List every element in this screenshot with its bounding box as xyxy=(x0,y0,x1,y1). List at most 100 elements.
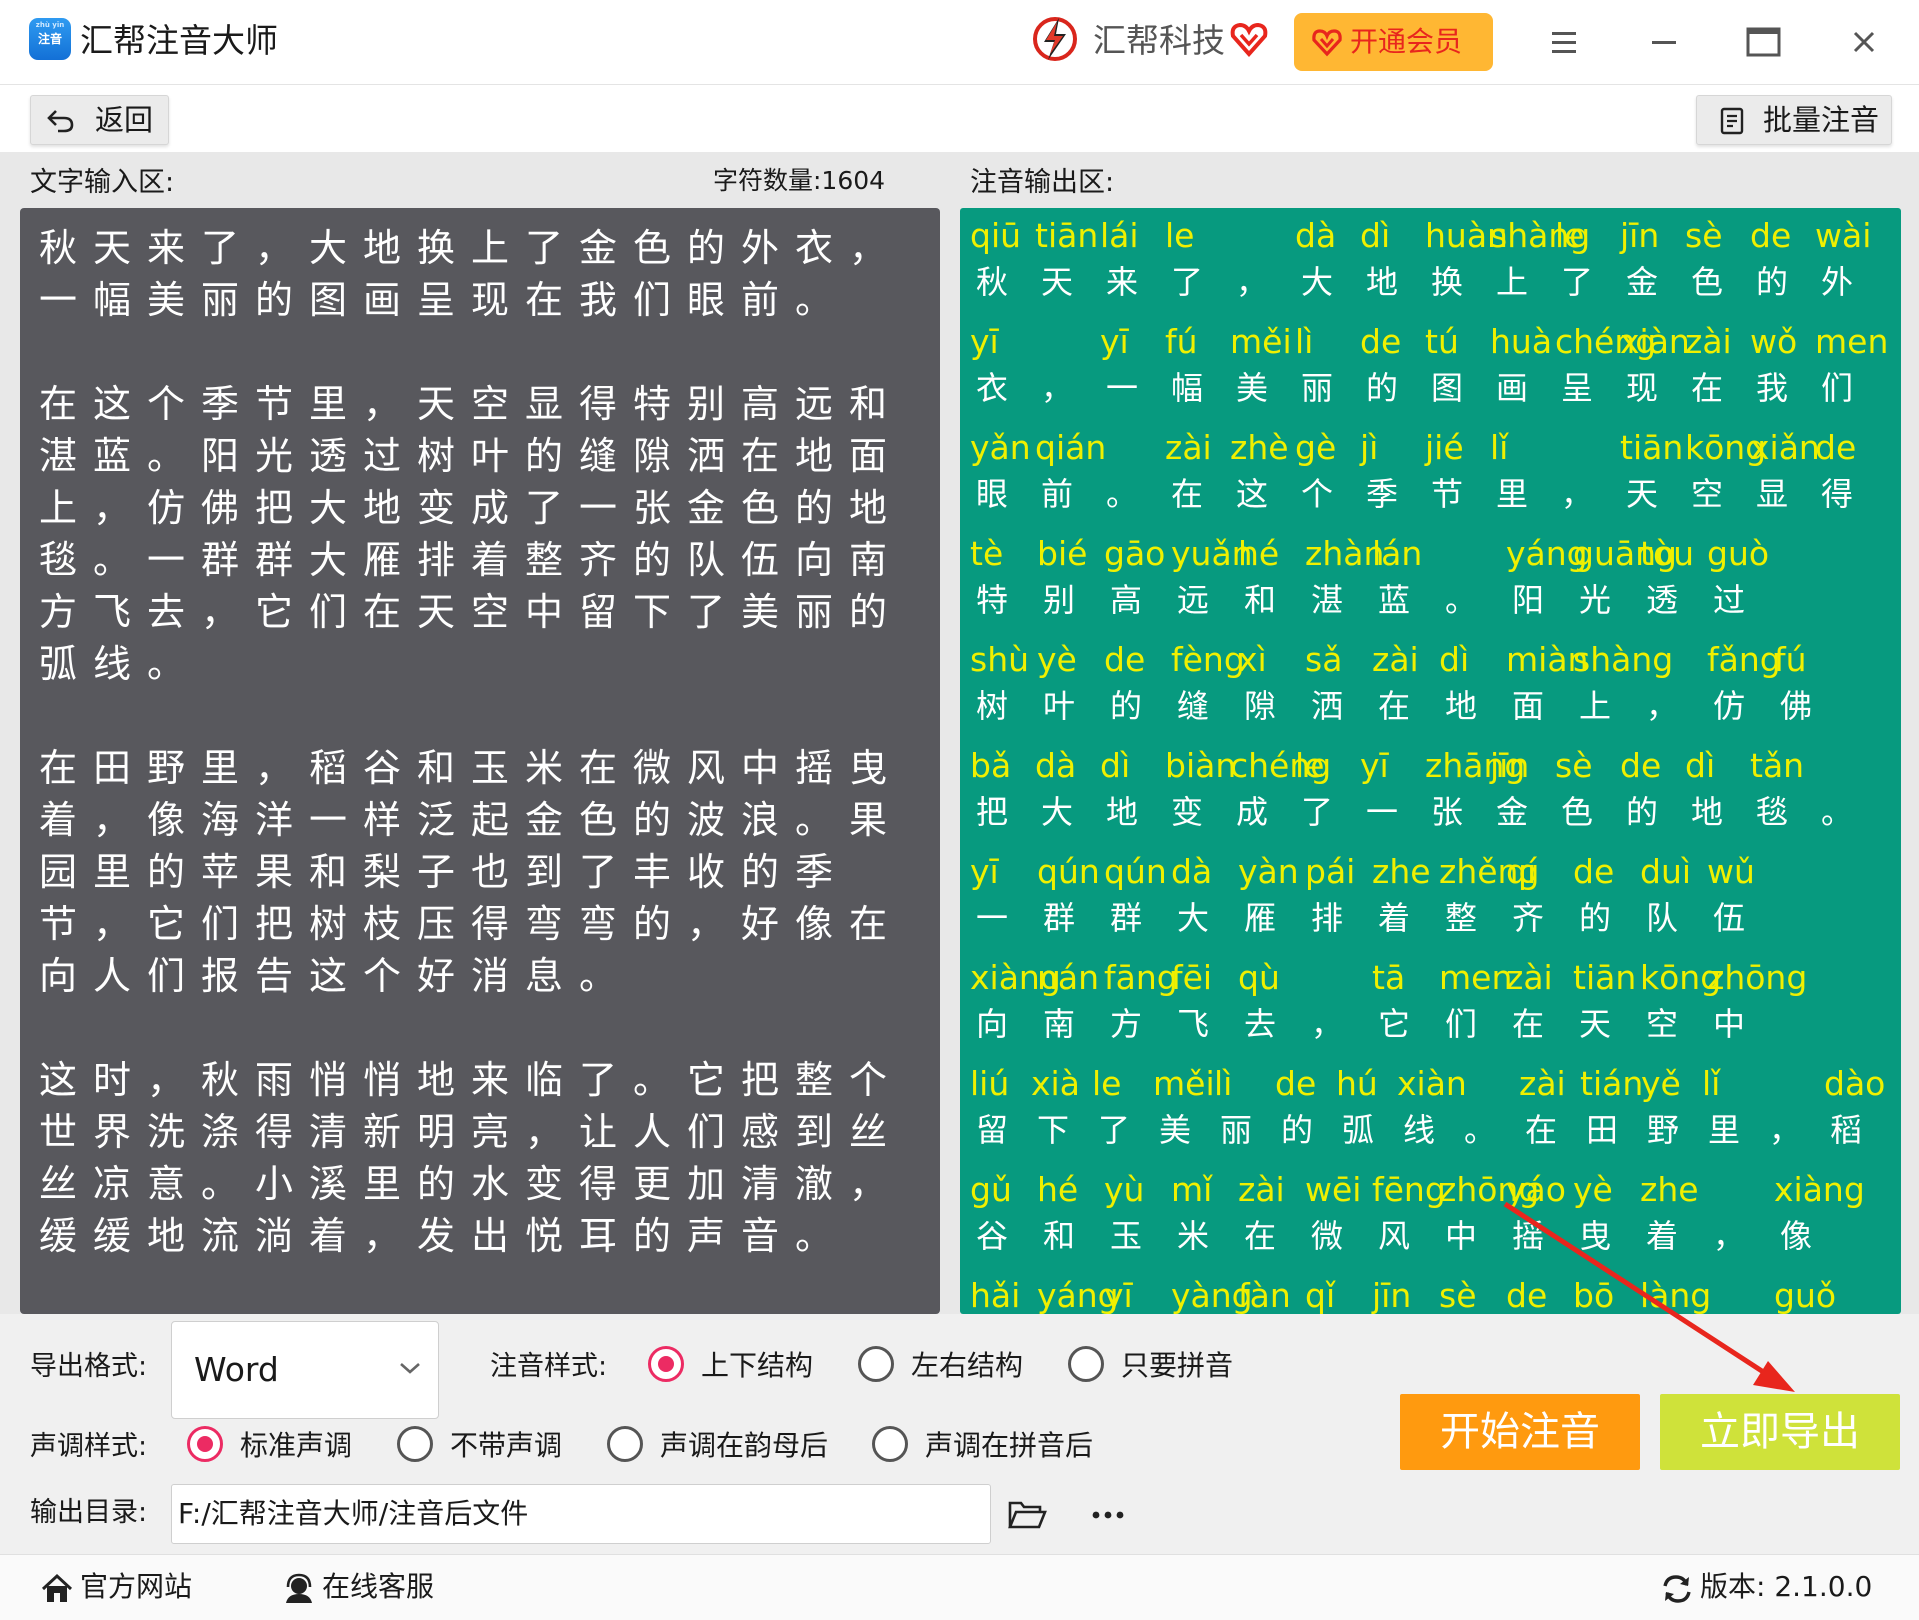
hanzi-char: 留 xyxy=(976,1111,1009,1149)
hanzi-char: 米 xyxy=(1177,1217,1210,1255)
hanzi-char: 地 xyxy=(1366,263,1399,301)
hanzi-char: 在 xyxy=(1512,1005,1545,1043)
pinyin-line: tè bié gāo yuǎn hé zhàn lán yáng guāng tòu guò xyxy=(970,532,1901,576)
hanzi-char: 伍 xyxy=(1713,899,1746,937)
back-button[interactable]: 返回 xyxy=(30,95,169,145)
hanzi-char: 光 xyxy=(1579,581,1612,619)
tone-option-after-final[interactable]: 声调在韵母后 xyxy=(607,1424,837,1468)
hanzi-char: 线 xyxy=(1403,1111,1436,1149)
char-count: 字符数量:1604 xyxy=(713,166,886,195)
tone-option-after-pinyin[interactable]: 声调在拼音后 xyxy=(872,1424,1112,1468)
hanzi-char: 来 xyxy=(1106,263,1139,301)
close-icon[interactable] xyxy=(1842,20,1886,64)
hanzi-char: 下 xyxy=(1037,1111,1070,1149)
pinyin-syllable: le xyxy=(1165,216,1195,255)
hanzi-char: 把 xyxy=(976,793,1009,831)
hanzi-line: 一群群大雁排着整齐的队伍 xyxy=(970,896,1901,940)
hanzi-char: 弧 xyxy=(1342,1111,1375,1149)
hanzi-char: 。 xyxy=(1106,475,1139,513)
hanzi-char: 天 xyxy=(1041,263,1074,301)
pinyin-syllable: de xyxy=(1506,1276,1548,1314)
pinyin-syllable: měi xyxy=(1153,1064,1215,1103)
pinyin-syllable: xì xyxy=(1238,640,1267,679)
official-website-link[interactable]: 官方网站 xyxy=(40,1565,220,1609)
hanzi-char: 排 xyxy=(1311,899,1344,937)
pinyin-syllable: jì xyxy=(1360,428,1379,467)
heart-diamond-icon[interactable] xyxy=(1230,20,1268,58)
ellipsis-icon[interactable] xyxy=(1088,1502,1128,1528)
output-dir-field[interactable]: F:/汇帮注音大师/注音后文件 xyxy=(171,1484,991,1544)
pinyin-syllable: tiān xyxy=(1573,958,1637,997)
text-input-area[interactable]: 秋天来了，大地换上了金色的外衣，一幅美丽的图画呈现在我们眼前。 在这个季节里，天… xyxy=(20,208,940,1314)
hanzi-char: 飞 xyxy=(1177,1005,1210,1043)
pinyin-syllable: dà xyxy=(1295,216,1337,255)
pinyin-syllable: wài xyxy=(1815,216,1872,255)
pinyin-syllable: dào xyxy=(1824,1064,1886,1103)
pinyin-output-area[interactable]: qiū tiān lái le dà dì huàn shàng le jīn sè de wài 秋天来… xyxy=(960,208,1901,1314)
pinyin-syllable: tā xyxy=(1372,958,1406,997)
style-option-label: 只要拼音 xyxy=(1121,1349,1234,1382)
pinyin-row: shù yè de fèng xì sǎ zài dì miàn shàng fǎng fú 树叶的缝隙… xyxy=(970,638,1890,744)
pinyin-syllable: qián xyxy=(1035,428,1107,467)
hanzi-char: 像 xyxy=(1780,1217,1813,1255)
hanzi-char: 这 xyxy=(1236,475,1269,513)
folder-open-icon[interactable] xyxy=(1007,1498,1047,1532)
hanzi-char: 稻 xyxy=(1830,1111,1863,1149)
hanzi-char: 大 xyxy=(1177,899,1210,937)
hanzi-char: 过 xyxy=(1713,581,1746,619)
app-logo-icon: zhù yīn 注音 xyxy=(29,18,71,60)
hanzi-char: 湛 xyxy=(1311,581,1344,619)
pinyin-syllable: de xyxy=(1750,216,1792,255)
pinyin-syllable: gǔ xyxy=(970,1170,1012,1209)
pinyin-syllable: mǐ xyxy=(1171,1170,1213,1209)
pinyin-syllable: dà xyxy=(1035,746,1077,785)
hanzi-char: 眼 xyxy=(976,475,1009,513)
hanzi-char: 。 xyxy=(1445,581,1478,619)
batch-annotate-button[interactable]: 批量注音 xyxy=(1696,95,1892,145)
annotation-style-label: 注音样式: xyxy=(490,1351,608,1382)
export-format-select[interactable]: Word xyxy=(171,1321,439,1419)
style-option-top-bottom[interactable]: 上下结构 xyxy=(648,1344,828,1388)
style-option-pinyin-only[interactable]: 只要拼音 xyxy=(1068,1344,1248,1388)
maximize-icon[interactable] xyxy=(1742,20,1786,64)
export-now-button[interactable]: 立即导出 xyxy=(1660,1394,1900,1470)
hanzi-char: 在 xyxy=(1525,1111,1558,1149)
input-text[interactable]: 秋天来了，大地换上了金色的外衣，一幅美丽的图画呈现在我们眼前。 在这个季节里，天… xyxy=(39,222,919,1262)
menu-icon[interactable] xyxy=(1542,20,1586,64)
hanzi-char: 天 xyxy=(1579,1005,1612,1043)
hanzi-char: 天 xyxy=(1626,475,1659,513)
hanzi-char: 透 xyxy=(1646,581,1679,619)
tone-option-none[interactable]: 不带声调 xyxy=(397,1424,577,1468)
pinyin-syllable: yī xyxy=(1100,322,1129,361)
pinyin-syllable: xiàn xyxy=(1620,322,1690,361)
start-annotation-button[interactable]: 开始注音 xyxy=(1400,1394,1640,1470)
pinyin-syllable: fǎng xyxy=(1707,640,1781,679)
pinyin-syllable: yǎn xyxy=(970,428,1031,467)
hanzi-char: 隙 xyxy=(1244,687,1277,725)
pinyin-syllable: liú xyxy=(970,1064,1010,1103)
pinyin-syllable: de xyxy=(1360,322,1402,361)
hanzi-char: 毯 xyxy=(1756,793,1789,831)
hanzi-char: 在 xyxy=(1691,369,1724,407)
pinyin-syllable: hǎi xyxy=(970,1276,1021,1314)
hanzi-char: 空 xyxy=(1646,1005,1679,1043)
vip-button[interactable]: 开通会员 xyxy=(1294,13,1493,71)
online-support-link[interactable]: 在线客服 xyxy=(282,1565,462,1609)
hanzi-char: 向 xyxy=(976,1005,1009,1043)
pinyin-syllable: wǒ xyxy=(1750,322,1798,361)
style-option-left-right[interactable]: 左右结构 xyxy=(858,1344,1038,1388)
tone-option-standard[interactable]: 标准声调 xyxy=(187,1424,367,1468)
pinyin-syllable: lái xyxy=(1100,216,1139,255)
hanzi-line: 特别高远和湛蓝。阳光透过 xyxy=(970,578,1901,622)
pinyin-syllable: lǐ xyxy=(1490,428,1509,467)
pinyin-syllable: wǔ xyxy=(1707,852,1755,891)
hanzi-line: 秋天来了，大地换上了金色的外 xyxy=(970,260,1901,304)
pinyin-syllable: yè xyxy=(1573,1170,1613,1209)
pinyin-syllable: zài xyxy=(1372,640,1419,679)
version-info[interactable]: 版本: 2.1.0.0 xyxy=(1660,1565,1880,1609)
hanzi-char: 着 xyxy=(1378,899,1411,937)
minimize-icon[interactable] xyxy=(1642,20,1686,64)
export-format-value: Word xyxy=(194,1350,279,1389)
pinyin-syllable: xiǎn xyxy=(1750,428,1820,467)
pinyin-row: xiàng nán fāng fēi qù tā men zài tiān kōng zhōng 向南… xyxy=(970,956,1890,1062)
